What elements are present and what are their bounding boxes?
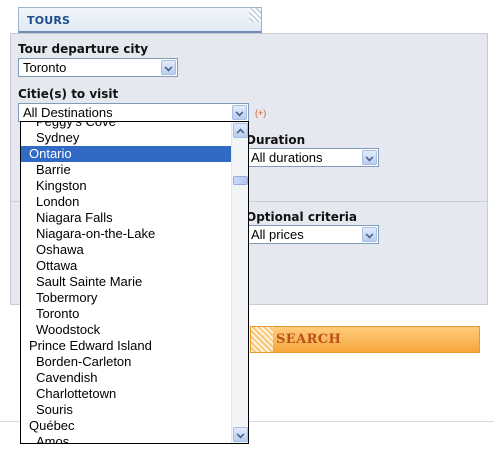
cities-dropdown-list[interactable]: Peggy's Cove Sydney Ontario Barrie Kingston L… — [20, 121, 249, 444]
price-select[interactable]: All prices — [246, 225, 379, 244]
tours-tab[interactable]: TOURS — [18, 7, 262, 33]
dropdown-option[interactable]: Barrie — [21, 162, 231, 178]
dropdown-option[interactable]: Sydney — [21, 130, 231, 146]
duration-select[interactable]: All durations — [246, 148, 379, 167]
dropdown-group-option[interactable]: Ontario — [21, 146, 231, 162]
dropdown-group-option[interactable]: Québec — [21, 418, 231, 434]
cities-select[interactable]: All Destinations — [18, 103, 249, 122]
search-button-decoration — [251, 327, 273, 352]
optional-criteria-label: Optional criteria — [246, 210, 357, 224]
dropdown-option[interactable]: Woodstock — [21, 322, 231, 338]
tab-corner-decoration — [249, 8, 261, 22]
dropdown-option[interactable]: Amos — [21, 434, 231, 443]
departure-city-select[interactable]: Toronto — [18, 58, 178, 77]
duration-dropdown-button[interactable] — [362, 150, 377, 165]
price-value: All prices — [251, 227, 304, 242]
dropdown-option[interactable]: Borden-Carleton — [21, 354, 231, 370]
departure-city-label: Tour departure city — [18, 42, 149, 56]
add-cities-link[interactable]: (+) — [255, 108, 266, 118]
cities-value: All Destinations — [23, 105, 113, 120]
dropdown-option[interactable]: Charlottetown — [21, 386, 231, 402]
departure-city-value: Toronto — [23, 60, 67, 75]
dropdown-group-option[interactable]: Prince Edward Island — [21, 338, 231, 354]
dropdown-option[interactable]: Niagara Falls — [21, 210, 231, 226]
tours-tab-title: TOURS — [27, 14, 71, 27]
scroll-up-button[interactable] — [233, 123, 248, 138]
chevron-down-icon — [164, 63, 173, 72]
duration-value: All durations — [251, 150, 323, 165]
chevron-down-icon — [365, 230, 374, 239]
dropdown-option[interactable]: Kingston — [21, 178, 231, 194]
chevron-down-icon — [236, 430, 245, 439]
dropdown-options: Peggy's Cove Sydney Ontario Barrie Kingston L… — [21, 122, 231, 443]
dropdown-scrollbar[interactable] — [231, 122, 248, 443]
chevron-down-icon — [235, 108, 244, 117]
dropdown-option[interactable]: Cavendish — [21, 370, 231, 386]
search-button[interactable]: SEARCH — [250, 326, 480, 353]
chevron-up-icon — [236, 128, 245, 137]
departure-dropdown-button[interactable] — [161, 60, 176, 75]
dropdown-option[interactable]: Toronto — [21, 306, 231, 322]
dropdown-option[interactable]: Tobermory — [21, 290, 231, 306]
search-button-label: SEARCH — [276, 332, 342, 347]
dropdown-option[interactable]: Niagara-on-the-Lake — [21, 226, 231, 242]
scroll-down-button[interactable] — [233, 427, 248, 442]
price-dropdown-button[interactable] — [362, 227, 377, 242]
dropdown-option[interactable]: London — [21, 194, 231, 210]
dropdown-option[interactable]: Sault Sainte Marie — [21, 274, 231, 290]
dropdown-option[interactable]: Ottawa — [21, 258, 231, 274]
scroll-thumb[interactable] — [233, 176, 248, 185]
dropdown-option[interactable]: Oshawa — [21, 242, 231, 258]
dropdown-option[interactable]: Souris — [21, 402, 231, 418]
cities-dropdown-button[interactable] — [232, 105, 247, 120]
dropdown-option[interactable]: Peggy's Cove — [21, 122, 231, 130]
chevron-down-icon — [365, 153, 374, 162]
cities-to-visit-label: Citie(s) to visit — [18, 87, 119, 101]
duration-label: Duration — [246, 133, 306, 147]
